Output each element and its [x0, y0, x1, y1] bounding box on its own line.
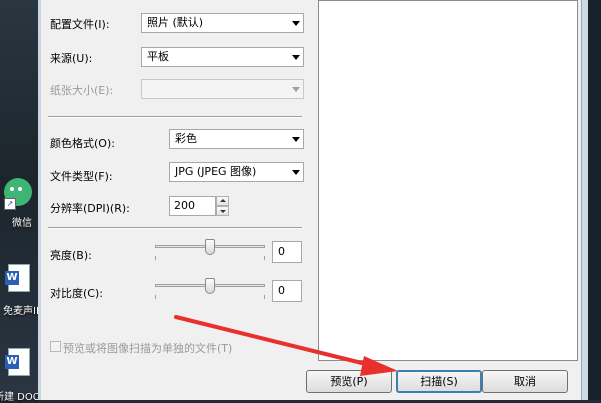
desktop-icon-doc-2[interactable]: 新建 DOC: [0, 348, 40, 403]
file-type-select[interactable]: JPG (JPEG 图像): [169, 162, 304, 182]
section-divider: [48, 227, 302, 229]
contrast-label: 对比度(C):: [50, 287, 103, 300]
paper-size-select[interactable]: [141, 79, 304, 99]
file-type-label: 文件类型(F):: [50, 170, 113, 183]
brightness-label: 亮度(B):: [50, 249, 92, 262]
color-format-label: 颜色格式(O):: [50, 137, 115, 150]
separate-files-label: 预览或将图像扫描为单独的文件(T): [63, 342, 233, 355]
spin-down-button[interactable]: [216, 206, 229, 216]
contrast-value-input[interactable]: 0: [272, 280, 302, 302]
chevron-down-icon: [292, 170, 300, 175]
cancel-button[interactable]: 取消: [482, 370, 568, 393]
slider-tick: [264, 256, 265, 260]
slider-tick: [264, 295, 265, 299]
resolution-value: 200: [174, 199, 195, 212]
window-frame-left: [38, 0, 41, 400]
desktop-icon-label: 免麦声II: [3, 306, 39, 317]
slider-tick: [155, 256, 156, 260]
scan-button[interactable]: 扫描(S): [396, 370, 482, 393]
profile-select[interactable]: 照片 (默认): [141, 13, 304, 33]
desktop-icon-label: 新建 DOC: [0, 392, 40, 403]
paper-size-label: 纸张大小(E):: [50, 84, 114, 97]
chevron-down-icon: [292, 137, 300, 142]
desktop-icon-label: 微信: [12, 218, 32, 229]
separate-files-checkbox[interactable]: [50, 341, 61, 352]
file-type-value: JPG (JPEG 图像): [175, 165, 257, 178]
shortcut-arrow-icon: ↗: [4, 198, 16, 210]
new-scan-dialog: 配置文件(I): 照片 (默认) 来源(U): 平板 纸张大小(E): 颜色格式…: [38, 0, 588, 400]
desktop-icon-wechat[interactable]: ↗ 微信: [0, 178, 38, 230]
desktop-icon-doc-1[interactable]: 免麦声II: [0, 264, 39, 317]
contrast-slider-thumb[interactable]: [205, 278, 215, 294]
chevron-down-icon: [292, 87, 300, 92]
slider-tick: [155, 295, 156, 299]
section-divider: [48, 116, 302, 118]
source-value: 平板: [147, 50, 169, 63]
window-frame-right: [581, 0, 588, 400]
color-format-select[interactable]: 彩色: [169, 129, 304, 149]
resolution-spinner: [216, 196, 229, 216]
preview-button[interactable]: 预览(P): [306, 370, 392, 393]
resolution-label: 分辨率(DPI)(R):: [50, 202, 130, 215]
brightness-slider-thumb[interactable]: [205, 239, 215, 255]
spin-up-button[interactable]: [216, 196, 229, 206]
contrast-value: 0: [278, 284, 285, 297]
source-select[interactable]: 平板: [141, 47, 304, 67]
profile-label: 配置文件(I):: [50, 18, 110, 31]
word-doc-icon: [5, 264, 30, 292]
color-format-value: 彩色: [175, 132, 197, 145]
chevron-down-icon: [292, 21, 300, 26]
chevron-down-icon: [292, 55, 300, 60]
source-label: 来源(U):: [50, 52, 93, 65]
preview-area: [318, 0, 578, 361]
brightness-value: 0: [278, 245, 285, 258]
word-doc-icon: [5, 348, 30, 376]
desktop-right-edge: [588, 0, 601, 400]
brightness-value-input[interactable]: 0: [272, 241, 302, 263]
resolution-input[interactable]: 200: [169, 196, 216, 216]
profile-value: 照片 (默认): [147, 16, 204, 29]
